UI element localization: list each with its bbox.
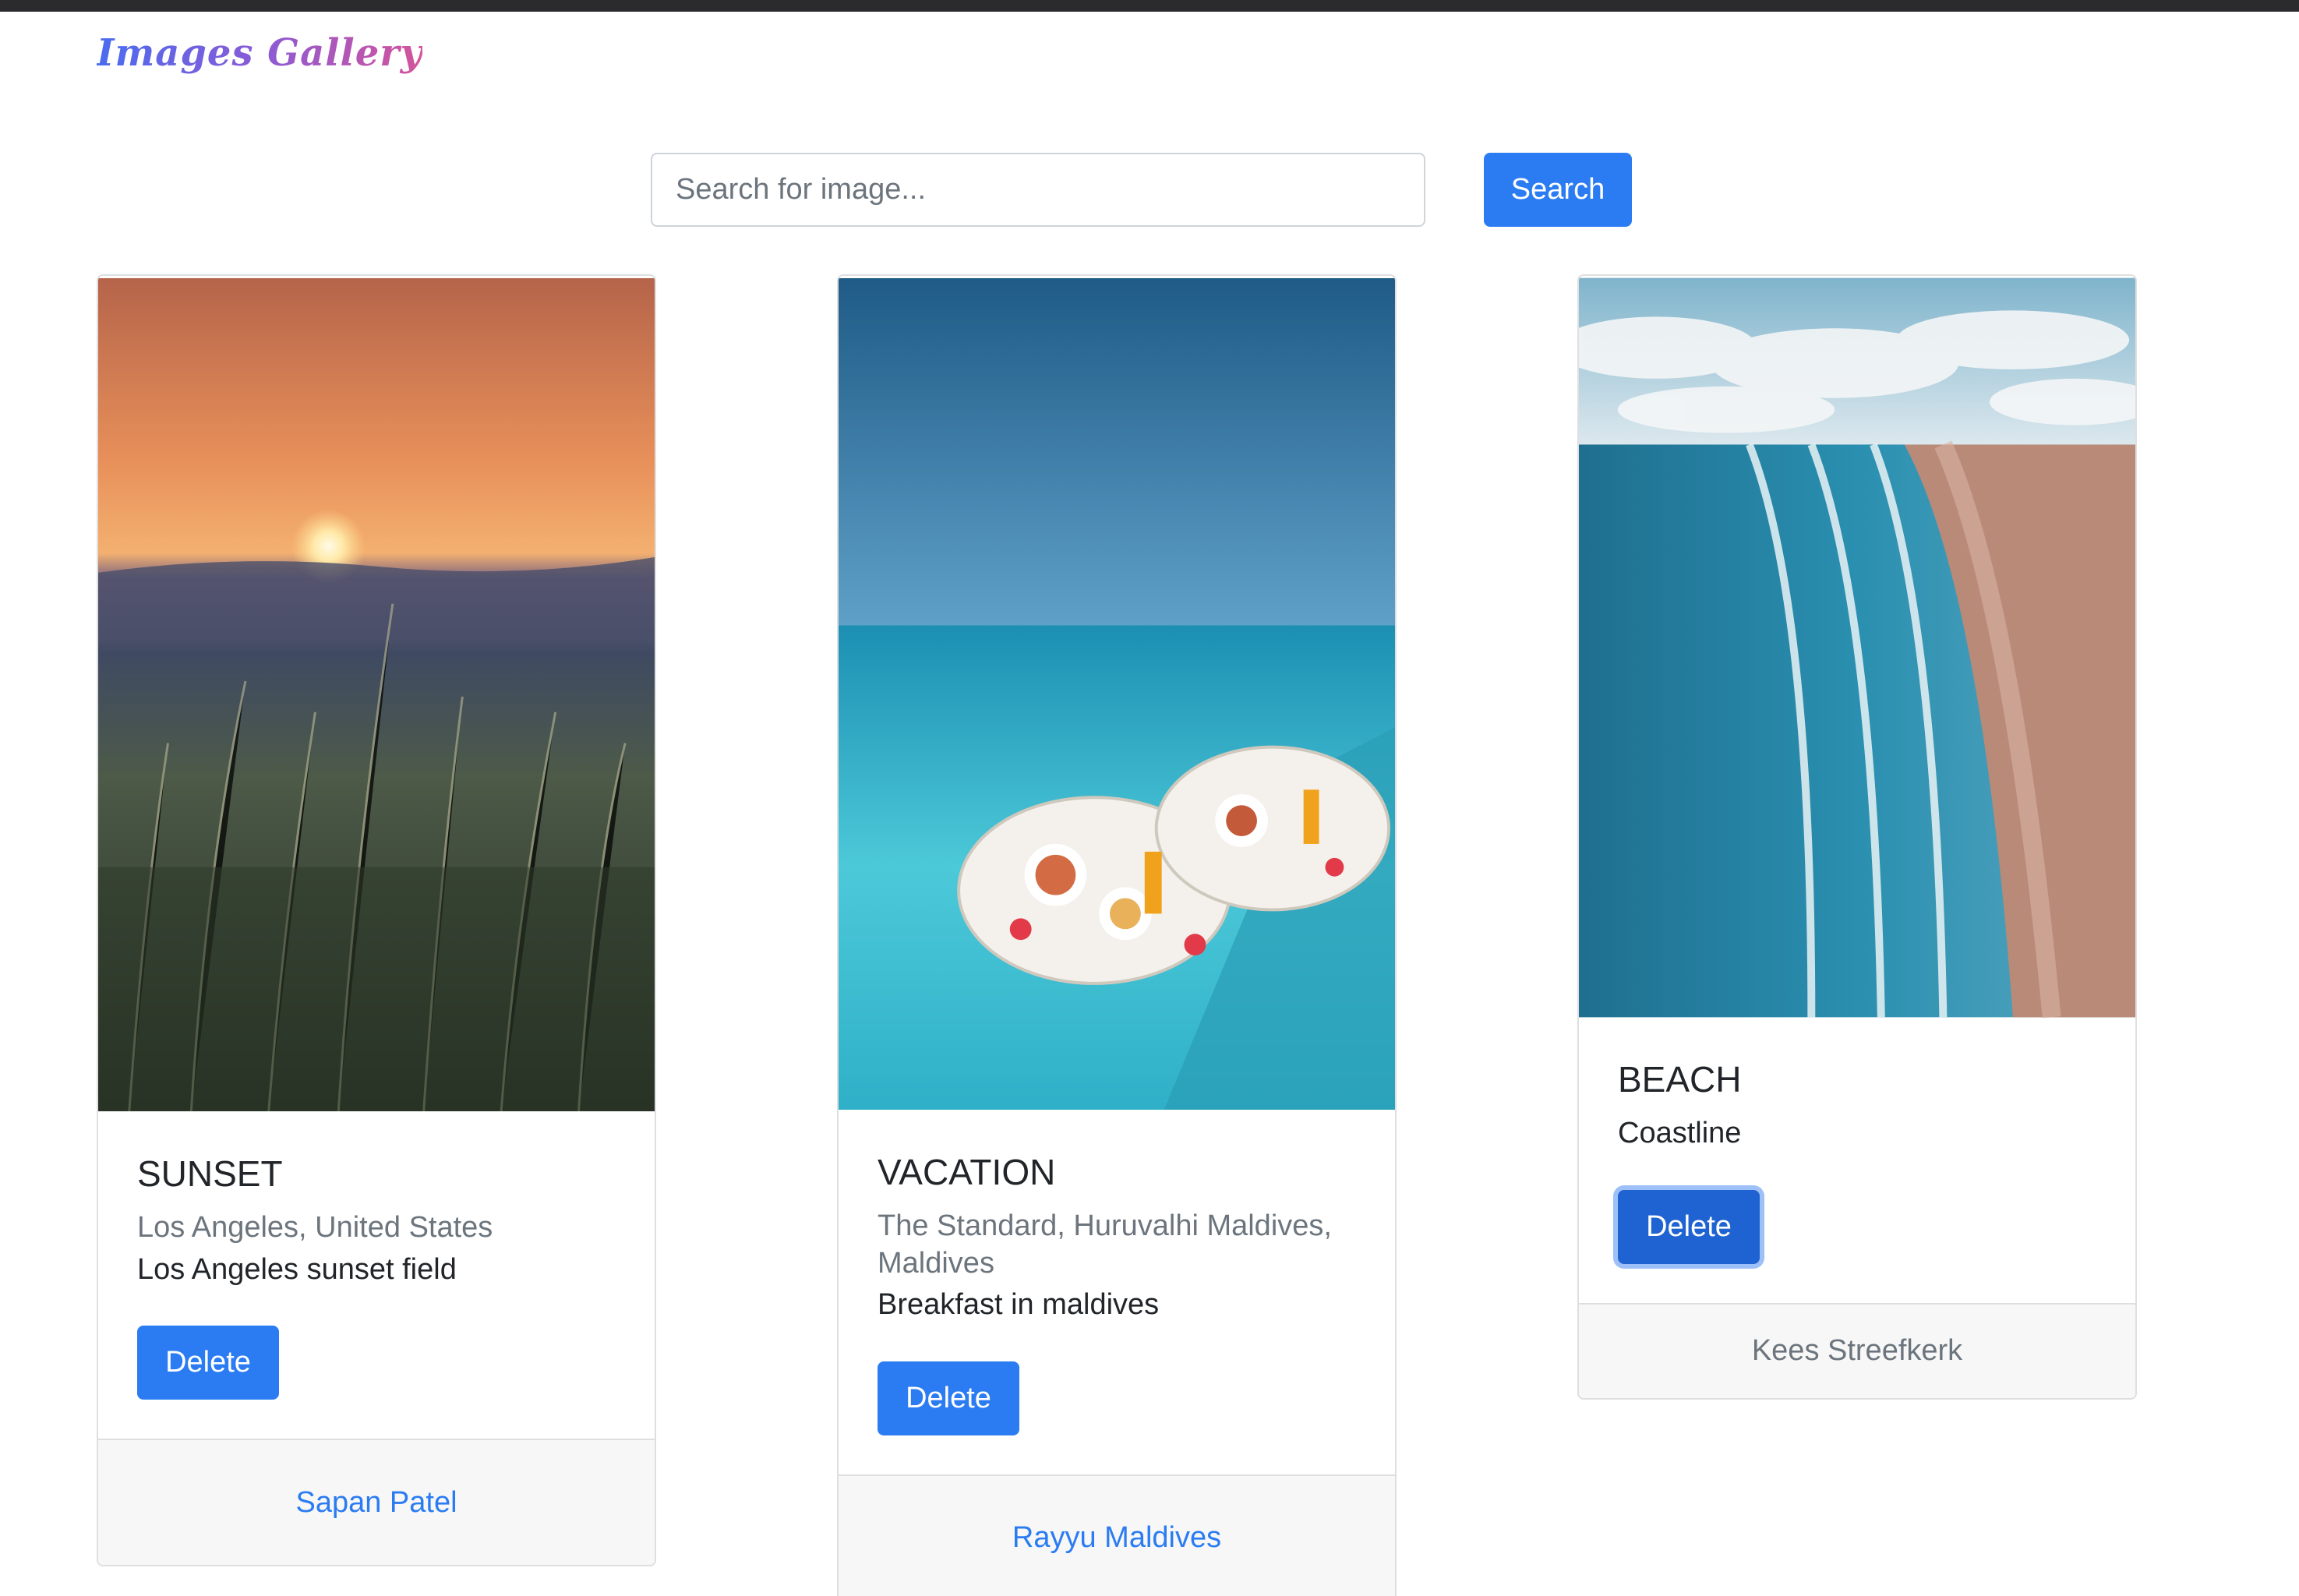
image-card-beach: BEACH Coastline Delete Kees Streefkerk	[1577, 274, 2137, 1400]
search-input[interactable]	[651, 153, 1425, 227]
author-link[interactable]: Sapan Patel	[295, 1486, 457, 1520]
card-image-beach	[1579, 277, 2135, 1019]
image-card-vacation: VACATION The Standard, Huruvalhi Maldive…	[837, 274, 1397, 1596]
card-description: Coastline	[1618, 1117, 1742, 1150]
delete-button[interactable]: Delete	[137, 1326, 279, 1400]
card-description: Los Angeles sunset field	[137, 1252, 457, 1286]
card-image-sunset	[98, 277, 655, 1112]
image-card-sunset: SUNSET Los Angeles, United States Los An…	[97, 274, 656, 1567]
card-footer: Rayyu Maldives	[839, 1474, 1395, 1596]
delete-button[interactable]: Delete	[878, 1361, 1019, 1435]
card-title: BEACH	[1618, 1059, 1742, 1100]
card-footer: Kees Streefkerk	[1579, 1302, 2135, 1398]
card-location: Los Angeles, United States	[137, 1211, 493, 1245]
author-name: Kees Streefkerk	[1751, 1334, 1963, 1368]
delete-button[interactable]: Delete	[1618, 1189, 1760, 1264]
card-footer: Sapan Patel	[98, 1439, 655, 1566]
card-title: SUNSET	[137, 1153, 283, 1194]
author-link[interactable]: Rayyu Maldives	[1012, 1521, 1221, 1555]
brand-logo[interactable]: Images Gallery	[97, 31, 422, 75]
window-top-bar	[0, 0, 2299, 12]
card-description: Breakfast in maldives	[878, 1288, 1160, 1322]
search-button[interactable]: Search	[1484, 153, 1632, 227]
card-image-vacation	[839, 277, 1395, 1110]
card-location: The Standard, Huruvalhi Maldives, Maldiv…	[878, 1209, 1332, 1280]
card-title: VACATION	[878, 1152, 1056, 1192]
